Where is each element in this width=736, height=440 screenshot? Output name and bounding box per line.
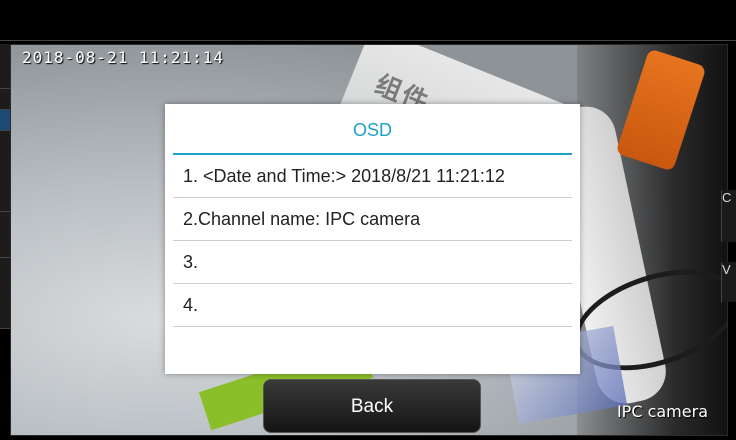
right-tab-glyph-v: V: [722, 262, 731, 277]
top-bar: [0, 0, 736, 41]
osd-dialog: OSD 1. <Date and Time:> 2018/8/21 11:21:…: [165, 104, 580, 374]
osd-row-3[interactable]: 3.: [173, 241, 572, 284]
right-tab-glyph-c: C: [722, 190, 732, 205]
osd-row-channel-name[interactable]: 2.Channel name: IPC camera: [173, 198, 572, 241]
osd-row-datetime[interactable]: 1. <Date and Time:> 2018/8/21 11:21:12: [173, 155, 572, 198]
dialog-title: OSD: [352, 120, 392, 140]
right-side-tab-2[interactable]: V: [721, 262, 736, 302]
osd-timestamp: 2018-08-21 11:21:14: [22, 48, 225, 67]
osd-channel-label: IPC camera: [616, 402, 708, 421]
right-side-tab-1[interactable]: C: [721, 190, 736, 242]
osd-row-4[interactable]: 4.: [173, 284, 572, 327]
back-button[interactable]: Back: [263, 379, 481, 433]
